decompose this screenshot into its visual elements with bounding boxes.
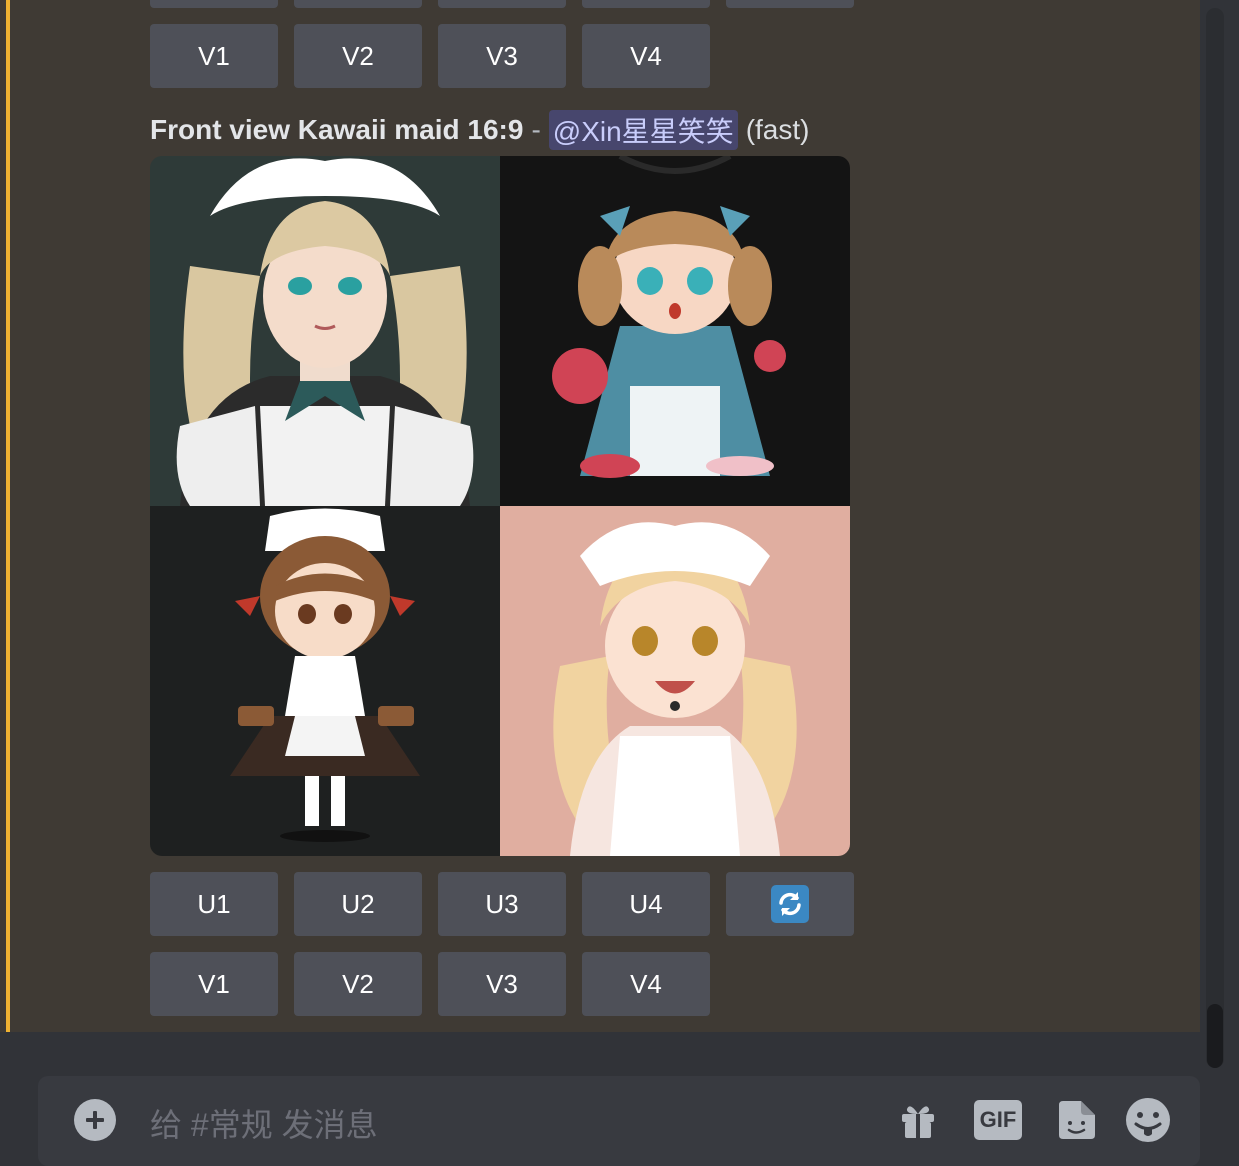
emoji-button[interactable] <box>1124 1098 1172 1142</box>
variation-row: V1 V2 V3 V4 <box>150 952 710 1016</box>
variation-button-v3[interactable]: V3 <box>438 952 566 1016</box>
scrollbar-thumb[interactable] <box>1207 1004 1223 1068</box>
upscale-button-u3[interactable]: U3 <box>438 872 566 936</box>
variation-button-v3[interactable]: V3 <box>438 24 566 88</box>
variation-button-v4[interactable]: V4 <box>582 952 710 1016</box>
message-header: Front view Kawaii maid 16:9 - @Xin星星笑笑 (… <box>150 110 809 150</box>
plus-icon <box>86 1111 104 1129</box>
previous-button[interactable] <box>150 0 278 8</box>
gift-button[interactable] <box>894 1098 942 1142</box>
scrollbar-track[interactable] <box>1206 8 1224 1068</box>
gif-icon: GIF <box>974 1100 1022 1140</box>
sticker-icon <box>1059 1101 1095 1139</box>
variation-button-v1[interactable]: V1 <box>150 952 278 1016</box>
separator: - <box>531 114 541 145</box>
refresh-icon <box>771 885 809 923</box>
emoji-icon <box>1126 1098 1170 1142</box>
image-grid[interactable] <box>150 156 850 856</box>
previous-button[interactable] <box>726 0 854 8</box>
mention-highlight-bar <box>6 0 10 1032</box>
generated-image-4[interactable] <box>500 506 850 856</box>
message-composer: 给 #常规 发消息 GIF <box>38 1076 1200 1166</box>
previous-button[interactable] <box>294 0 422 8</box>
upscale-button-u1[interactable]: U1 <box>150 872 278 936</box>
variation-button-v1[interactable]: V1 <box>150 24 278 88</box>
upscale-button-u4[interactable]: U4 <box>582 872 710 936</box>
gift-icon <box>902 1106 934 1138</box>
previous-upscale-row <box>150 0 854 8</box>
previous-button[interactable] <box>438 0 566 8</box>
generated-image-3[interactable] <box>150 506 500 856</box>
speed-label: (fast) <box>745 114 810 145</box>
add-attachment-button[interactable] <box>74 1099 116 1141</box>
generated-image-2[interactable] <box>500 156 850 506</box>
sticker-button[interactable] <box>1052 1098 1100 1142</box>
gif-button[interactable]: GIF <box>974 1098 1022 1142</box>
message-input[interactable]: 给 #常规 发消息 <box>150 1100 378 1146</box>
reroll-button[interactable] <box>726 872 854 936</box>
generated-image-1[interactable] <box>150 156 500 506</box>
variation-button-v2[interactable]: V2 <box>294 952 422 1016</box>
prompt-text: Front view Kawaii maid 16:9 <box>150 114 524 145</box>
user-mention[interactable]: @Xin星星笑笑 <box>548 110 738 150</box>
upscale-row: U1 U2 U3 U4 <box>150 872 854 936</box>
previous-button[interactable] <box>582 0 710 8</box>
previous-variation-row: V1 V2 V3 V4 <box>150 24 710 88</box>
variation-button-v2[interactable]: V2 <box>294 24 422 88</box>
variation-button-v4[interactable]: V4 <box>582 24 710 88</box>
upscale-button-u2[interactable]: U2 <box>294 872 422 936</box>
